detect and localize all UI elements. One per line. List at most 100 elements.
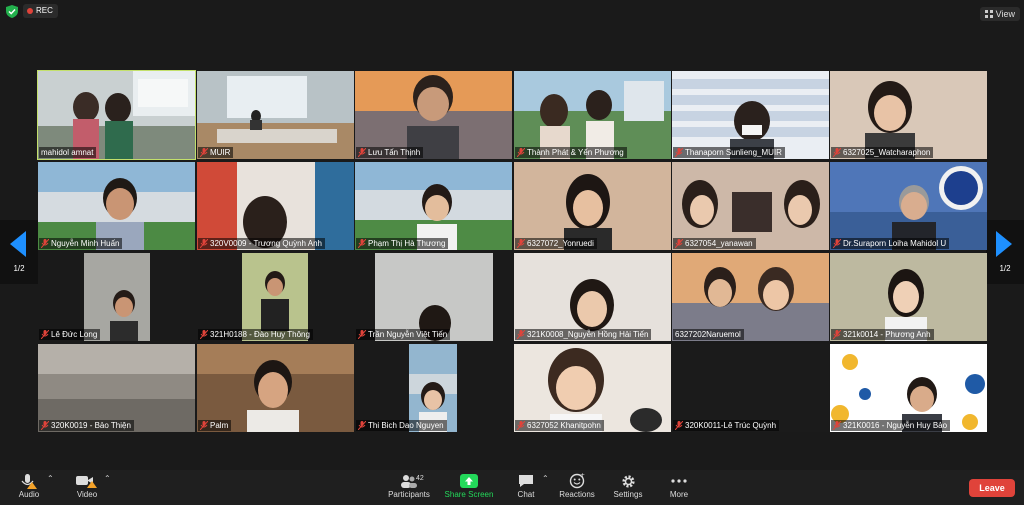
more-button[interactable]: More	[664, 472, 694, 499]
video-tile[interactable]: 6327052 Khanitpohn	[514, 344, 671, 432]
video-tile[interactable]: Trần Nguyễn Việt Tiến	[355, 253, 512, 341]
participants-label: Participants	[388, 490, 430, 499]
reactions-button[interactable]: + Reactions	[556, 472, 598, 499]
video-options-caret-icon[interactable]: ⌃	[104, 474, 111, 483]
mic-muted-icon	[833, 421, 841, 430]
mic-muted-icon	[833, 330, 841, 339]
settings-button[interactable]: Settings	[610, 472, 646, 499]
participant-name-tag: Thanaporn Sunlieng_MUIR	[673, 147, 785, 158]
participant-video	[38, 253, 195, 341]
video-tile[interactable]: Thanaporn Sunlieng_MUIR	[672, 71, 829, 159]
participant-name-tag: mahidol amnat	[39, 147, 97, 158]
participant-name: mahidol amnat	[41, 148, 94, 157]
participant-name: Dr.Suraporn Loiha Mahidol U	[843, 239, 947, 248]
participant-video	[830, 253, 987, 341]
chat-label: Chat	[517, 490, 535, 499]
participant-video	[514, 253, 671, 341]
mic-muted-icon	[517, 330, 525, 339]
video-tile[interactable]: 6327025_Watcharaphon	[830, 71, 987, 159]
participant-name-tag: 321H0188 - Đào Huy Thông	[198, 329, 313, 340]
video-tile[interactable]: Nguyễn Minh Huấn	[38, 162, 195, 250]
video-tile[interactable]: Dr.Suraporn Loiha Mahidol U	[830, 162, 987, 250]
video-tile[interactable]: 321K0008_Nguyễn Hồng Hải Tiến	[514, 253, 671, 341]
audio-button[interactable]: Audio	[14, 472, 44, 499]
participant-video	[514, 71, 671, 159]
participant-name: Phạm Thị Hà Thương	[368, 239, 446, 248]
participant-name: Thanaporn Sunlieng_MUIR	[685, 148, 782, 157]
participant-name: 320K0011-Lê Trúc Quỳnh	[685, 421, 777, 430]
participant-name-tag: 321k0014 - Phương Anh	[831, 329, 934, 340]
participant-name: Thi Bich Dao Nguyen	[368, 421, 444, 430]
prev-page-button[interactable]: 1/2	[0, 220, 38, 284]
arrow-left-icon	[10, 231, 26, 257]
mic-muted-icon	[675, 239, 683, 248]
video-tile[interactable]: Phạm Thị Hà Thương	[355, 162, 512, 250]
participant-name-tag: 6327202Naruemol	[673, 329, 744, 340]
participant-name-tag: Lưu Tấn Thịnh	[356, 147, 424, 158]
video-tile[interactable]: Thi Bich Dao Nguyen	[355, 344, 512, 432]
participant-video	[672, 253, 829, 341]
participant-name: 321K0016 - Nguyễn Huy Bảo	[843, 421, 948, 430]
mic-muted-icon	[200, 148, 208, 157]
chat-options-caret-icon[interactable]: ⌃	[542, 474, 549, 483]
video-tile[interactable]: Palm	[197, 344, 354, 432]
video-tile[interactable]: 320V0009 - Trương Quỳnh Anh	[197, 162, 354, 250]
meeting-toolbar: Audio ⌃ Video ⌃ Participants 42 Share Sc…	[0, 470, 1024, 505]
video-tile[interactable]: Lê Đức Long	[38, 253, 195, 341]
participant-name: Lê Đức Long	[51, 330, 98, 339]
video-tile[interactable]: 321K0016 - Nguyễn Huy Bảo	[830, 344, 987, 432]
participant-video	[672, 344, 829, 432]
chat-button[interactable]: Chat	[511, 472, 541, 499]
participant-name-tag: 321K0016 - Nguyễn Huy Bảo	[831, 420, 951, 431]
participant-name-tag: MUIR	[198, 147, 234, 158]
participant-video	[355, 162, 512, 250]
more-dots-icon	[671, 479, 687, 483]
video-tile[interactable]: 320K0019 - Bảo Thiện	[38, 344, 195, 432]
recording-indicator[interactable]: REC	[23, 4, 58, 18]
audio-options-caret-icon[interactable]: ⌃	[47, 474, 54, 483]
record-dot-icon	[27, 8, 33, 14]
video-tile[interactable]: 321H0188 - Đào Huy Thông	[197, 253, 354, 341]
participant-name: 320V0009 - Trương Quỳnh Anh	[210, 239, 323, 248]
video-tile[interactable]: 6327054_yanawan	[672, 162, 829, 250]
share-screen-icon	[460, 474, 478, 488]
participants-icon	[401, 475, 417, 488]
participant-video	[197, 71, 354, 159]
video-tile[interactable]: Thành Phát & Yến Phương	[514, 71, 671, 159]
participant-name-tag: 6327072_Yonruedi	[515, 238, 597, 249]
video-label: Video	[76, 490, 98, 499]
next-page-button[interactable]: 1/2	[986, 220, 1024, 284]
video-tile[interactable]: Lưu Tấn Thịnh	[355, 71, 512, 159]
share-screen-button[interactable]: Share Screen	[443, 472, 495, 499]
participant-name-tag: Phạm Thị Hà Thương	[356, 238, 449, 249]
mic-muted-icon	[41, 330, 49, 339]
smiley-icon: +	[569, 473, 585, 489]
video-tile[interactable]: 6327202Naruemol	[672, 253, 829, 341]
mic-muted-icon	[517, 239, 525, 248]
participant-name-tag: 321K0008_Nguyễn Hồng Hải Tiến	[515, 329, 652, 340]
participant-name: 6327072_Yonruedi	[527, 239, 594, 248]
mic-muted-icon	[200, 330, 208, 339]
participants-button[interactable]: Participants	[385, 472, 433, 499]
participant-video	[355, 253, 512, 341]
video-grid: mahidol amnat MUIR Lưu Tấn Thịnh Thành P…	[37, 70, 987, 432]
video-tile[interactable]: 6327072_Yonruedi	[514, 162, 671, 250]
gear-icon	[621, 474, 635, 488]
participant-name: 6327025_Watcharaphon	[843, 148, 931, 157]
video-tile[interactable]: 321k0014 - Phương Anh	[830, 253, 987, 341]
mic-icon	[21, 474, 37, 489]
mic-muted-icon	[358, 330, 366, 339]
settings-label: Settings	[613, 490, 643, 499]
video-tile[interactable]: MUIR	[197, 71, 354, 159]
participant-name-tag: Trần Nguyễn Việt Tiến	[356, 329, 451, 340]
shield-icon[interactable]	[6, 5, 18, 18]
video-tile[interactable]: mahidol amnat	[37, 70, 196, 160]
mic-muted-icon	[200, 239, 208, 248]
video-button[interactable]: Video	[72, 472, 102, 499]
leave-button[interactable]: Leave	[969, 479, 1015, 497]
participant-name-tag: Thành Phát & Yến Phương	[515, 147, 627, 158]
view-button[interactable]: View	[979, 7, 1020, 21]
audio-label: Audio	[18, 490, 40, 499]
video-tile[interactable]: 320K0011-Lê Trúc Quỳnh	[672, 344, 829, 432]
participant-name-tag: Lê Đức Long	[39, 329, 101, 340]
